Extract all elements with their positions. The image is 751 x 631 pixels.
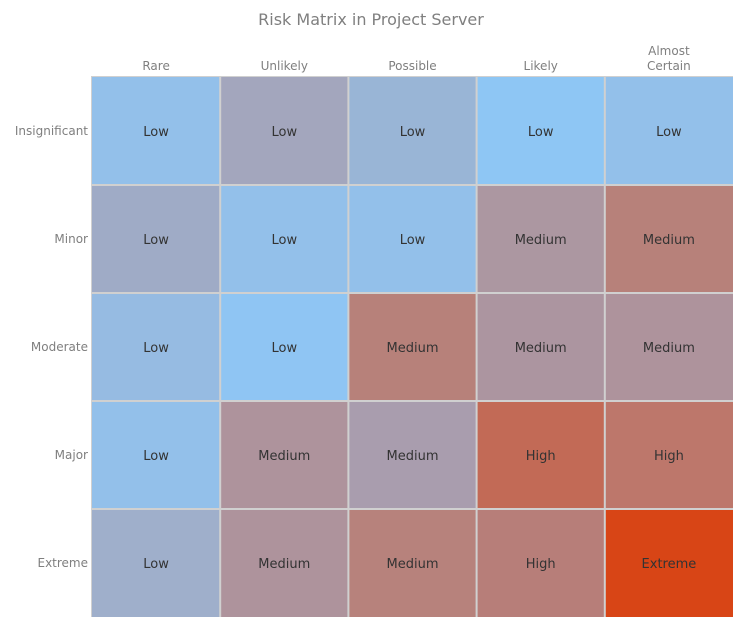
row-label: Minor [54,232,88,246]
heatmap-cell: Medium [605,294,733,400]
heatmap-cell: Extreme [605,510,733,617]
cell-label: Extreme [642,557,697,572]
cell-label: Medium [387,557,439,572]
cell-label: High [526,557,556,572]
cell-label: Medium [258,449,310,464]
heatmap-cell: Medium [221,402,348,508]
column-labels: Rare Unlikely Possible Likely Almost Certain [142,44,690,73]
cell-label: Medium [387,341,439,356]
cell-label: Medium [258,557,310,572]
heatmap-cell: Low [92,510,220,617]
heatmap-cell: Low [92,294,220,400]
cell-label: Low [271,341,297,356]
heatmap-cells: Low Low Low Low Low Low Low Low Medium Medium Low L… [91,76,733,617]
cell-label: Low [656,125,682,140]
row-labels: Insignificant Minor Moderate Major Extreme [15,124,88,570]
cell-label: High [654,449,684,464]
column-label: Possible [388,59,436,73]
heatmap-cell: Low [92,77,220,184]
heatmap-cell: Medium [605,186,733,292]
column-label: Almost Certain [647,44,691,73]
cell-label: Low [143,557,169,572]
cell-label: Medium [515,233,567,248]
row-label: Major [55,448,88,462]
heatmap-cell: High [605,402,733,508]
heatmap-cell: Low [92,402,220,508]
cell-label: Low [400,125,426,140]
cell-label: Low [528,125,554,140]
cell-label: Low [143,449,169,464]
heatmap-cell: Low [477,77,604,184]
heatmap-cell: Medium [477,186,604,292]
heatmap-cell: High [477,402,604,508]
heatmap-cell: Medium [349,294,476,400]
risk-matrix-chart: Risk Matrix in Project Server Rare Unlike… [15,10,733,617]
column-label: Unlikely [261,59,308,73]
column-label: Likely [524,59,558,73]
heatmap-cell: Medium [477,294,604,400]
cell-label: Low [143,233,169,248]
heatmap-cell: Low [92,186,220,292]
heatmap-cell: Low [221,77,348,184]
cell-label: Low [143,341,169,356]
cell-label: Medium [387,449,439,464]
cell-label: Low [271,125,297,140]
heatmap-cell: Low [349,186,476,292]
heatmap-cell: Medium [221,510,348,617]
cell-label: Medium [643,233,695,248]
row-label: Moderate [31,340,88,354]
cell-label: High [526,449,556,464]
cell-label: Low [143,125,169,140]
heatmap-cell: Medium [349,510,476,617]
heatmap-cell: Low [221,294,348,400]
cell-label: Medium [643,341,695,356]
heatmap-cell: Medium [349,402,476,508]
chart-title: Risk Matrix in Project Server [258,10,484,29]
cell-label: Low [271,233,297,248]
cell-label: Low [400,233,426,248]
column-label: Rare [142,59,169,73]
heatmap-cell: Low [349,77,476,184]
heatmap-cell: Low [605,77,733,184]
cell-label: Medium [515,341,567,356]
heatmap-cell: Low [221,186,348,292]
heatmap-cell: High [477,510,604,617]
row-label: Insignificant [15,124,88,138]
row-label: Extreme [37,556,88,570]
